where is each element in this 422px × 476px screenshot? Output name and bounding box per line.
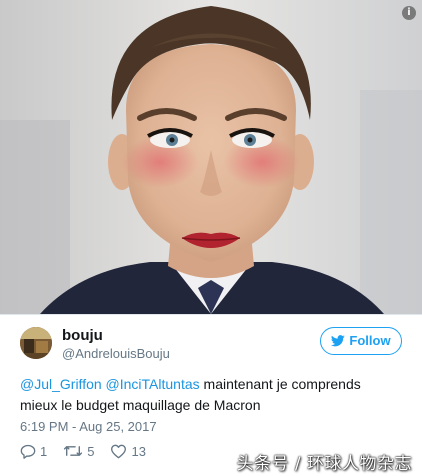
info-icon[interactable]: i [402,6,416,20]
watermark: 头条号 / 环球人物杂志 [236,454,412,474]
like-count: 13 [131,443,146,459]
mention-link[interactable]: @InciTAltuntas [106,376,200,392]
mention-link[interactable]: @Jul_Griffon [20,376,102,392]
tweet-photo[interactable]: i [0,0,422,314]
retweet-icon [64,446,83,456]
avatar-image [20,327,52,359]
tweet-card: i bouju @AndrelouisBouju Follow @Jul_Gri… [0,0,422,476]
divider [0,314,422,315]
twitter-bird-icon [331,335,346,347]
retweet-button[interactable]: 5 [63,444,94,459]
tweet-text-line-2: mieux le budget maquillage de Macron [20,397,261,413]
tweet-text-line-1: maintenant je comprends [199,376,361,392]
follow-label: Follow [349,333,391,348]
tweet-actions: 1 5 13 [20,443,162,459]
reply-icon [20,444,36,459]
reply-button[interactable]: 1 [20,444,47,459]
retweet-count: 5 [87,443,95,459]
tweet-timestamp[interactable]: 6:19 PM - Aug 25, 2017 [20,419,157,434]
author-name[interactable]: bouju [62,327,103,344]
heart-icon [111,444,127,458]
reply-count: 1 [40,443,48,459]
tweet-text: @Jul_Griffon @InciTAltuntas maintenant j… [20,374,405,416]
portrait-illustration [0,0,422,314]
avatar[interactable] [20,327,52,359]
author-handle[interactable]: @AndrelouisBouju [62,346,170,361]
like-button[interactable]: 13 [110,443,146,459]
follow-button[interactable]: Follow [320,327,402,355]
